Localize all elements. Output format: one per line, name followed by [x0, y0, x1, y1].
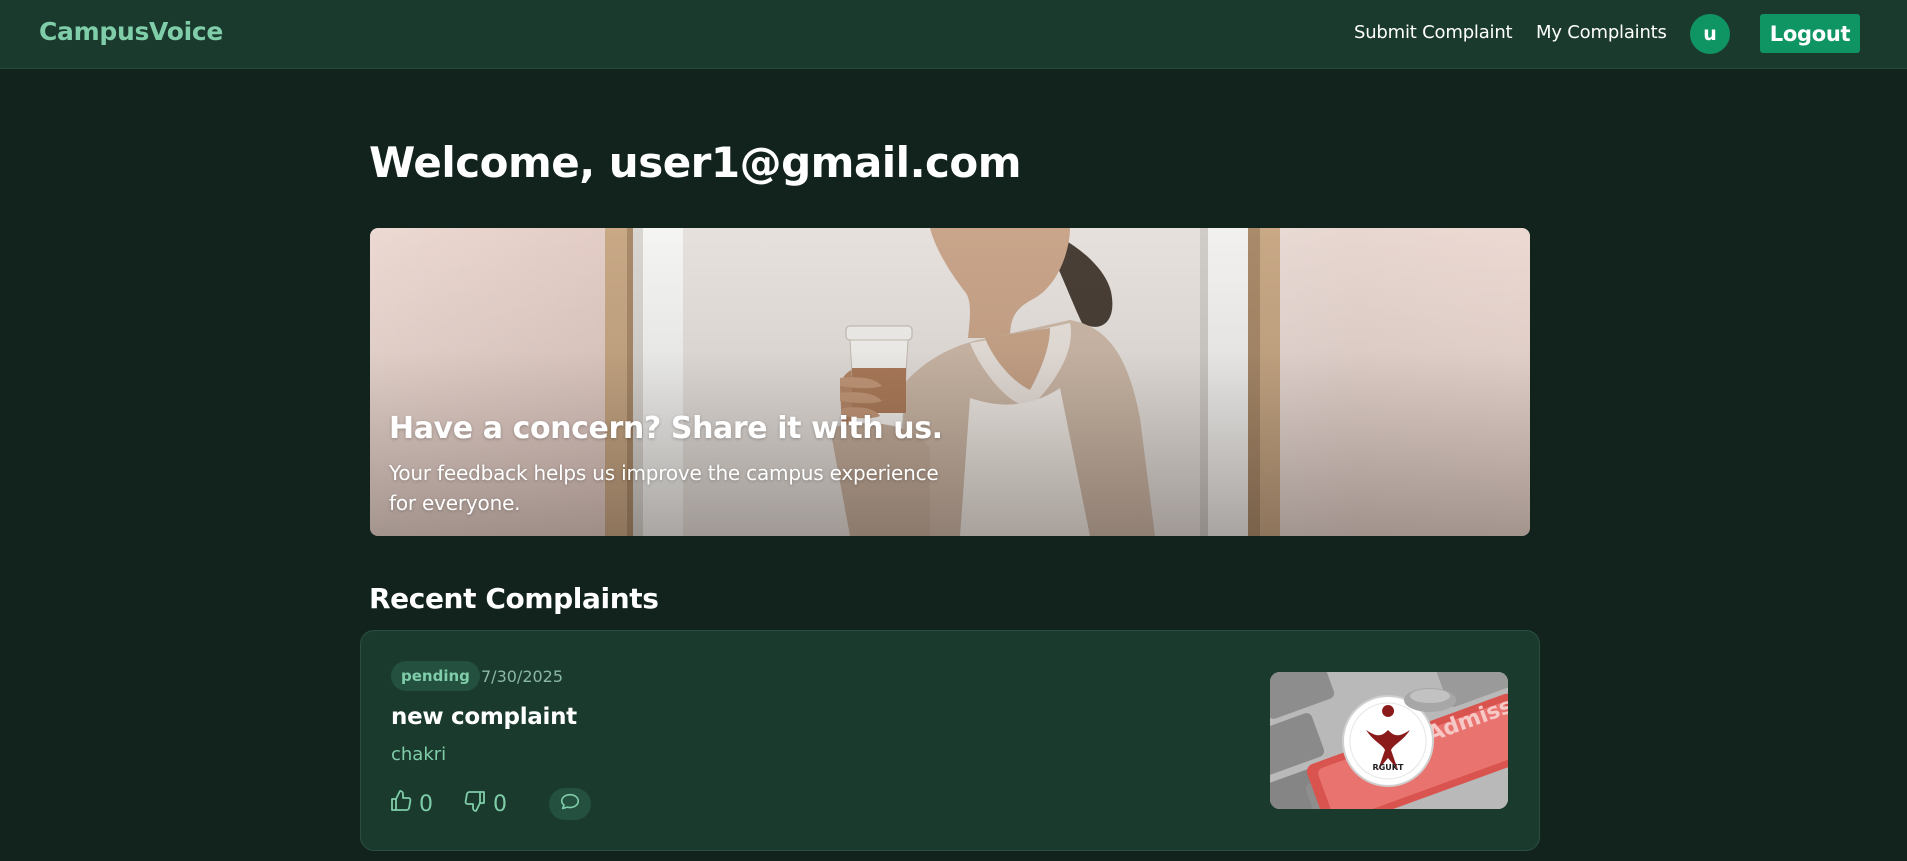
comment-icon [559, 791, 581, 817]
comment-button[interactable] [549, 788, 591, 820]
complaint-thumbnail[interactable]: Admission RGUKT [1270, 672, 1508, 809]
upvote-button[interactable]: 0 [389, 789, 433, 819]
logout-button[interactable]: Logout [1760, 14, 1860, 53]
complaint-title[interactable]: new complaint [391, 704, 577, 730]
nav-submit-complaint[interactable]: Submit Complaint [1354, 22, 1513, 43]
downvote-button[interactable]: 0 [463, 789, 507, 819]
thumbnail-logo-text: RGUKT [1373, 763, 1404, 772]
complaint-card[interactable]: pending 7/30/2025 new complaint chakri 0… [360, 630, 1540, 851]
complaint-author: chakri [391, 744, 447, 765]
hero-title: Have a concern? Share it with us. [389, 411, 943, 446]
nav-my-complaints[interactable]: My Complaints [1536, 22, 1667, 43]
brand-logo[interactable]: CampusVoice [39, 17, 223, 46]
complaint-date: 7/30/2025 [481, 667, 564, 686]
thumbs-down-icon [463, 789, 487, 819]
status-badge: pending [391, 661, 480, 691]
upvote-count: 0 [419, 791, 433, 817]
top-navbar: CampusVoice Submit Complaint My Complain… [0, 0, 1907, 69]
thumbs-up-icon [389, 789, 413, 819]
user-avatar[interactable]: u [1690, 14, 1730, 54]
recent-complaints-title: Recent Complaints [369, 582, 659, 615]
hero-subtitle: Your feedback helps us improve the campu… [389, 461, 939, 515]
hero-banner: Have a concern? Share it with us. Your f… [370, 228, 1530, 536]
downvote-count: 0 [493, 791, 507, 817]
page-title: Welcome, user1@gmail.com [369, 138, 1022, 187]
